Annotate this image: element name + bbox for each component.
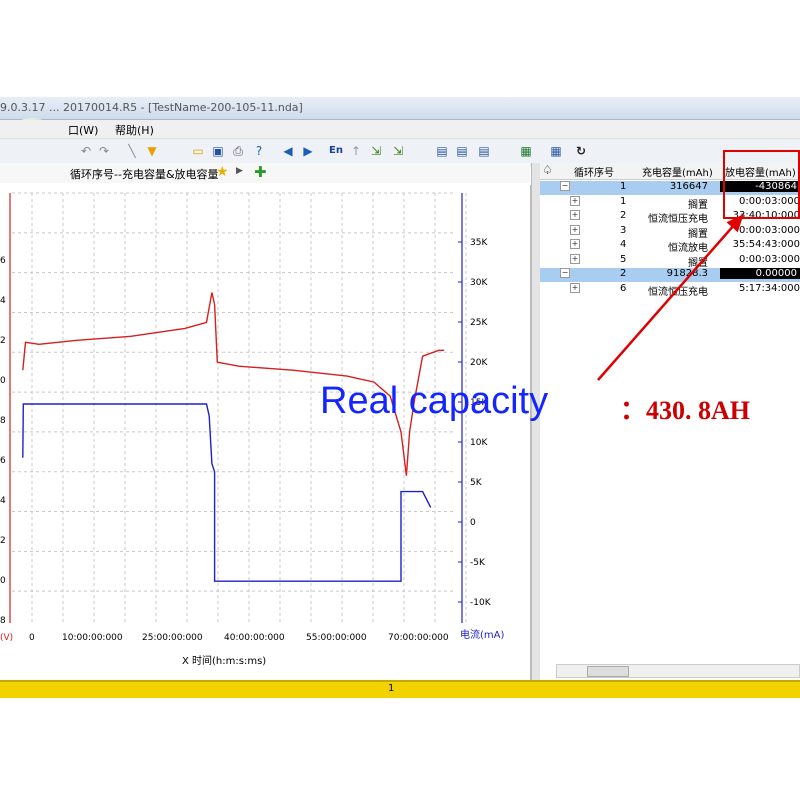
annotation-label: Real capacity	[320, 380, 549, 422]
annotation-value: ：430. 8AH	[620, 396, 751, 425]
